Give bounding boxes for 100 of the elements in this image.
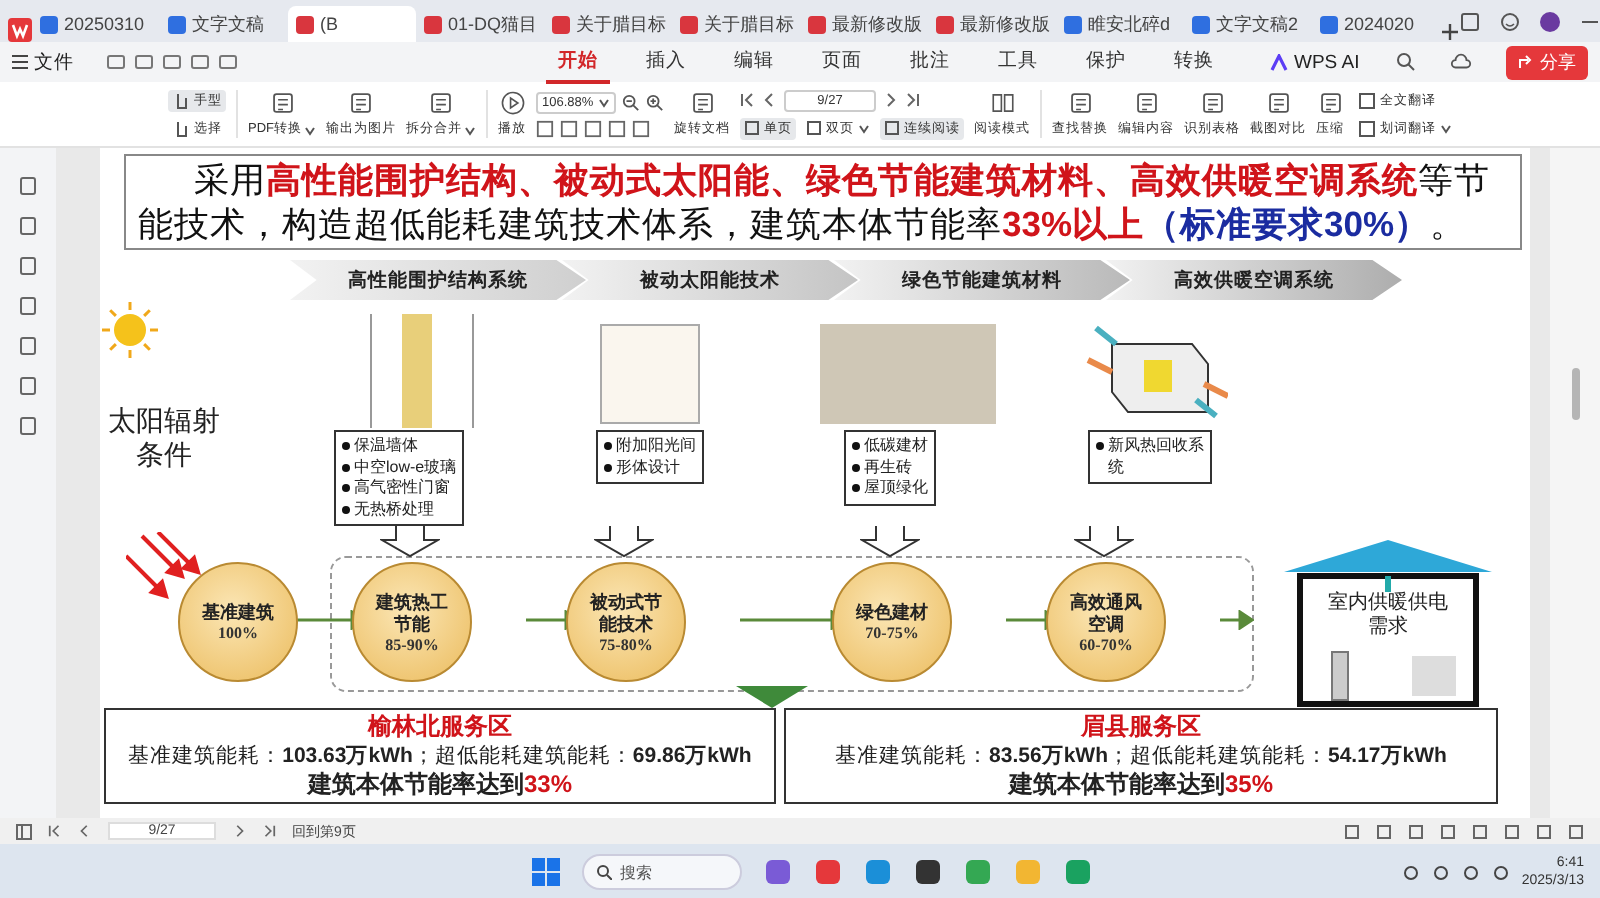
ai-menu[interactable]: WPS AI xyxy=(1270,51,1360,73)
menu-tab[interactable]: 插入 xyxy=(634,41,698,83)
site-title: 榆林北服务区 xyxy=(368,712,512,742)
pdf-file-icon xyxy=(296,15,314,33)
intro-paragraph: 采用高性能围护结构、被动式太阳能、绿色节能建筑材料、高效供暖空调系统等节能技术，构造超低能耗建筑技术体系，建筑本体节能率33%以上（标准要求30%）。 xyxy=(124,154,1522,250)
callout-arrow-icon xyxy=(380,526,440,558)
document-tab[interactable]: (B xyxy=(288,6,416,42)
next-page-icon[interactable] xyxy=(232,824,246,838)
saving-rate-text: 建筑本体节能率达到35% xyxy=(1008,770,1274,800)
sun-icon xyxy=(100,300,160,360)
down-arrow-icon xyxy=(736,686,808,708)
document-tab[interactable]: 关于腊目标 xyxy=(672,6,800,42)
pdf-file-icon xyxy=(680,15,698,33)
menu-icon xyxy=(12,54,28,70)
page-layout-icon xyxy=(806,120,822,136)
stage-circle: 绿色建材 70-75% xyxy=(832,562,952,682)
document-tab[interactable]: 2024020 xyxy=(1312,6,1440,42)
document-tab[interactable]: 文字文稿2 xyxy=(1184,6,1312,42)
bullet-list-box: 低碳建材 再生砖 屋顶绿化 xyxy=(844,430,936,505)
doc-file-icon xyxy=(1064,15,1082,33)
doc-file-icon xyxy=(168,15,186,33)
pdf-file-icon xyxy=(808,15,826,33)
taskbar-search-field[interactable]: 搜索 xyxy=(582,854,742,890)
document-tab[interactable]: 文字文稿 xyxy=(160,6,288,42)
scrollbar-thumb[interactable] xyxy=(1571,368,1579,420)
bullet-icon xyxy=(342,505,350,513)
new-tab-icon[interactable] xyxy=(1440,22,1460,42)
consumption-text: 基准建筑能耗：103.63万kWh；超低能耗建筑能耗：69.86万kWh xyxy=(128,742,752,770)
windows-start-icon[interactable] xyxy=(532,858,560,886)
menu-tab[interactable]: 编辑 xyxy=(722,41,786,83)
menu-tab[interactable]: 转换 xyxy=(1162,41,1226,83)
first-page-icon[interactable] xyxy=(740,92,756,108)
bullet-icon xyxy=(342,484,350,492)
caret-icon xyxy=(598,96,610,108)
share-button[interactable]: 分享 xyxy=(1505,45,1588,79)
bullet-icon xyxy=(342,463,350,471)
callout-arrow-icon xyxy=(594,526,654,558)
stage-circle: 建筑热工节能 85-90% xyxy=(352,562,472,682)
cloud-icon[interactable] xyxy=(1449,52,1472,72)
menu-tab[interactable]: 批注 xyxy=(898,41,962,83)
bullet-icon xyxy=(342,442,350,450)
stage-circle: 基准建筑 100% xyxy=(178,562,298,682)
document-icon[interactable] xyxy=(269,90,295,116)
share-icon xyxy=(1517,54,1534,70)
document-tab[interactable]: 最新修改版 xyxy=(928,6,1056,42)
pdf-file-icon xyxy=(552,15,570,33)
bullet-icon xyxy=(604,463,612,471)
bullet-icon xyxy=(604,442,612,450)
menu-tab[interactable]: 保护 xyxy=(1074,41,1138,83)
bullet-list-box: 附加阳光间 形体设计 xyxy=(596,430,704,484)
step-chevron: 高性能围护结构系统 xyxy=(290,260,586,300)
last-page-icon[interactable] xyxy=(904,92,920,108)
doc-file-icon xyxy=(1320,15,1338,33)
callout-arrow-icon xyxy=(860,526,920,558)
smiley-icon[interactable] xyxy=(1500,11,1520,31)
last-page-icon[interactable] xyxy=(262,824,276,838)
stage-circle: 被动式节能技术 75-80% xyxy=(566,562,686,682)
bullet-icon xyxy=(852,463,860,471)
previous-page-icon[interactable] xyxy=(78,824,92,838)
sidebar-icon[interactable] xyxy=(16,823,32,839)
document-tab[interactable]: 睢安北碎d xyxy=(1056,6,1184,42)
house-section-drawing xyxy=(600,324,700,424)
doc-file-icon xyxy=(1192,15,1210,33)
document-tab[interactable]: 最新修改版 xyxy=(800,6,928,42)
wall-section-drawing xyxy=(370,314,474,428)
bullet-icon xyxy=(852,484,860,492)
page-layout-icon xyxy=(744,120,760,136)
document-icon[interactable] xyxy=(348,90,374,116)
first-page-icon[interactable] xyxy=(48,824,62,838)
demand-label: 室内供暖供电需求 xyxy=(1324,592,1452,640)
bullet-list-box: 保温墙体 中空low-e玻璃 高气密性门窗 无热桥处理 xyxy=(334,430,465,526)
bullet-icon xyxy=(1096,442,1104,450)
window-icon[interactable] xyxy=(1460,11,1480,31)
caret-icon xyxy=(464,123,476,135)
caret-icon xyxy=(304,123,316,135)
ai-logo-icon xyxy=(1270,53,1288,71)
doc-file-icon xyxy=(40,15,58,33)
pdf-file-icon xyxy=(424,15,442,33)
site-title: 眉县服务区 xyxy=(1081,712,1201,742)
document-icon[interactable] xyxy=(428,90,454,116)
next-page-icon[interactable] xyxy=(882,92,898,108)
pdf-file-icon xyxy=(936,15,954,33)
sun-label: 太阳辐射条件 xyxy=(106,404,222,472)
menu-tab[interactable]: 页面 xyxy=(810,41,874,83)
caret-icon xyxy=(858,122,870,134)
file-menu[interactable]: 文件 xyxy=(12,49,74,75)
avatar[interactable] xyxy=(1540,11,1560,31)
step-chevron: 绿色节能建筑材料 xyxy=(834,260,1130,300)
previous-page-icon[interactable] xyxy=(762,92,778,108)
caret-icon xyxy=(1440,122,1452,134)
document-tab[interactable]: 关于腊目标 xyxy=(544,6,672,42)
step-chevron: 高效供暖空调系统 xyxy=(1106,260,1402,300)
book-icon xyxy=(989,90,1015,116)
document-tab[interactable]: 20250310 xyxy=(32,6,160,42)
pages-icon[interactable] xyxy=(689,90,715,116)
consumption-text: 基准建筑能耗：83.56万kWh；超低能耗建筑能耗：54.17万kWh xyxy=(835,742,1447,770)
document-tab[interactable]: 01-DQ猫目 xyxy=(416,6,544,42)
bullet-icon xyxy=(852,442,860,450)
menu-tab[interactable]: 工具 xyxy=(986,41,1050,83)
bullet-list-box: 新风热回收系统 xyxy=(1088,430,1212,484)
